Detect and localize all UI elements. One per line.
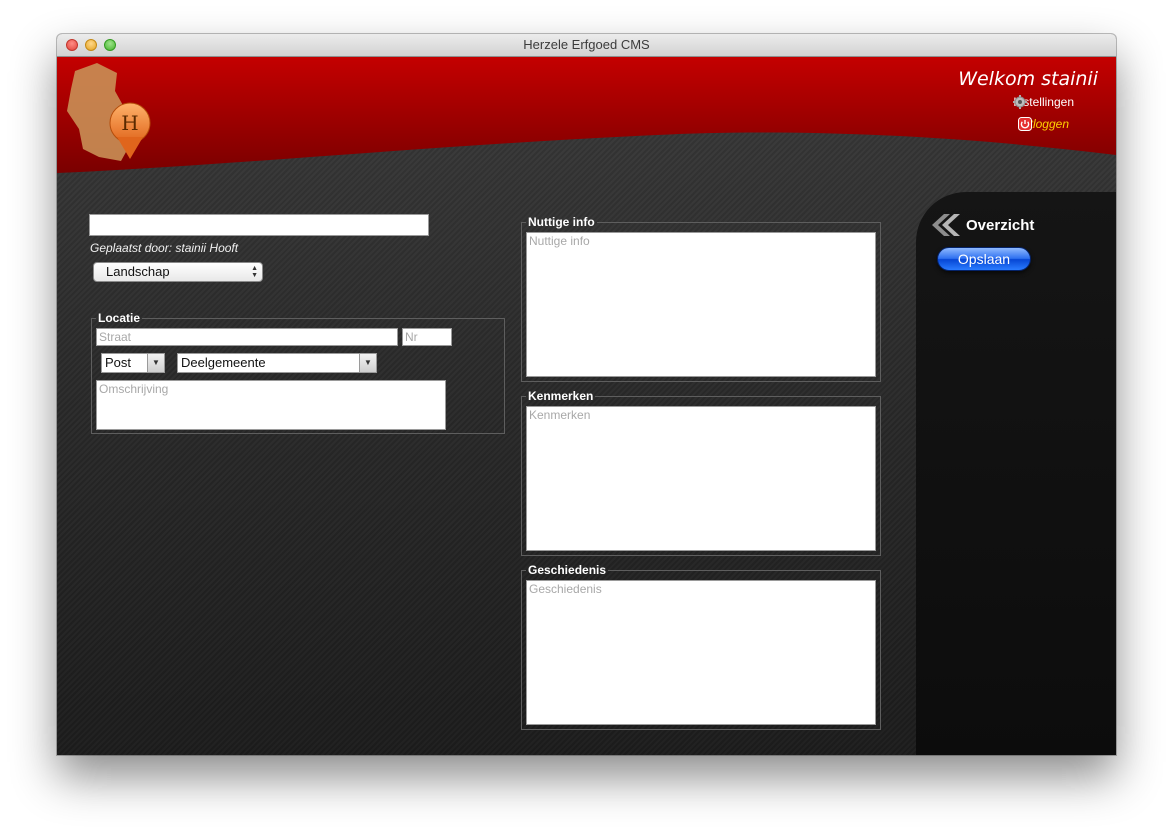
chevron-down-icon[interactable]: ▼ <box>147 354 164 372</box>
header-banner: H Welkom stainii Instellingen Uitloggen <box>57 57 1116 197</box>
geschiedenis-legend: Geschiedenis <box>528 563 607 577</box>
gear-icon <box>1013 95 1028 109</box>
locatie-legend: Locatie <box>98 311 141 325</box>
nuttige-info-textarea[interactable]: Nuttige info <box>526 232 876 377</box>
title-bar: Herzele Erfgoed CMS <box>57 34 1116 57</box>
zoom-window-button[interactable] <box>104 39 116 51</box>
omschrijving-textarea[interactable]: Omschrijving <box>96 380 446 430</box>
updown-icon: ▲ ▼ <box>251 265 258 279</box>
app-window: Herzele Erfgoed CMS H Welkom stainii Ins… <box>57 34 1116 755</box>
save-button[interactable]: Opslaan <box>937 247 1031 271</box>
geschiedenis-textarea[interactable]: Geschiedenis <box>526 580 876 725</box>
kenmerken-legend: Kenmerken <box>528 389 594 403</box>
chevron-down-icon[interactable]: ▼ <box>359 354 376 372</box>
double-chevron-left-icon <box>932 214 960 236</box>
deelgemeente-select[interactable]: Deelgemeente ▼ <box>177 353 377 373</box>
logo-letter: H <box>121 111 138 135</box>
overzicht-link[interactable]: Overzicht <box>930 214 1034 236</box>
deelgemeente-value: Deelgemeente <box>181 355 266 370</box>
kenmerken-textarea[interactable]: Kenmerken <box>526 406 876 551</box>
post-select[interactable]: Post ▼ <box>101 353 165 373</box>
nr-input[interactable]: Nr <box>402 328 452 346</box>
minimize-window-button[interactable] <box>85 39 97 51</box>
welcome-text: Welkom stainii <box>958 68 1098 90</box>
category-value: Landschap <box>106 264 170 279</box>
settings-link[interactable]: Instellingen <box>1013 95 1074 109</box>
overzicht-label: Overzicht <box>966 216 1035 234</box>
post-value: Post <box>105 355 132 370</box>
posted-by-text: Geplaatst door: stainii Hooft <box>90 241 239 255</box>
power-icon <box>1018 117 1033 131</box>
street-input[interactable]: Straat <box>96 328 398 346</box>
header-background: H <box>57 57 1116 173</box>
title-input[interactable] <box>89 214 429 236</box>
window-title: Herzele Erfgoed CMS <box>523 37 650 52</box>
nuttige-info-legend: Nuttige info <box>528 215 595 229</box>
category-select[interactable]: Landschap ▲ ▼ <box>93 262 263 282</box>
close-window-button[interactable] <box>66 39 78 51</box>
logout-link[interactable]: Uitloggen <box>1018 117 1069 131</box>
side-panel: Overzicht Opslaan <box>916 192 1116 755</box>
